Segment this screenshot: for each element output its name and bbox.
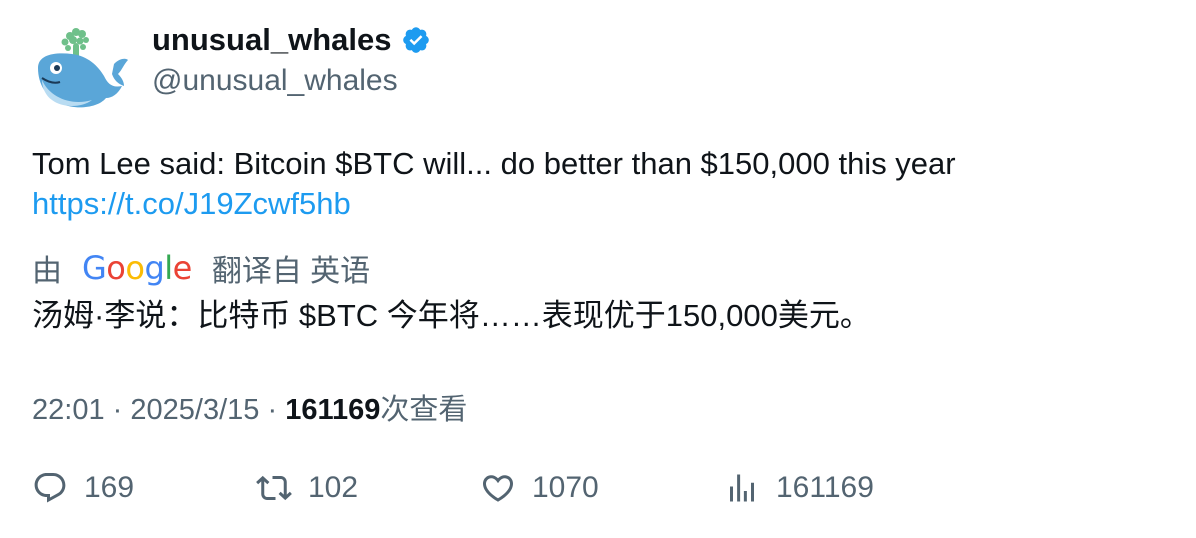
author-handle[interactable]: @unusual_whales	[152, 64, 398, 98]
verified-badge-icon	[401, 25, 431, 55]
translation-prefix: 由	[32, 255, 62, 288]
like-count: 1070	[532, 471, 599, 504]
google-logo: Google	[82, 249, 192, 287]
whale-icon	[38, 28, 128, 108]
author-name-row[interactable]: unusual_whales	[152, 22, 431, 58]
like-button[interactable]: 1070	[480, 470, 599, 506]
avatar[interactable]	[32, 24, 128, 116]
retweet-count: 102	[308, 471, 359, 504]
analytics-icon	[730, 474, 754, 502]
meta-separator: ·	[112, 394, 123, 426]
retweet-icon	[256, 475, 292, 501]
translated-text: 汤姆·李说：比特币 $BTC 今年将……表现优于150,000美元。	[32, 298, 871, 333]
views-button[interactable]: 161169	[724, 470, 874, 506]
reply-count: 169	[84, 471, 135, 504]
tweet-link[interactable]: https://t.co/J19Zcwf5hb	[32, 184, 1172, 224]
tweet-time[interactable]: 22:01	[32, 394, 105, 426]
translation-attribution: 由 Google 翻译自 英语	[32, 248, 370, 288]
meta-separator: ·	[267, 394, 278, 426]
tweet-text: Tom Lee said: Bitcoin $BTC will... do be…	[32, 144, 1172, 224]
reply-button[interactable]: 169	[32, 470, 134, 506]
retweet-button[interactable]: 102	[256, 470, 358, 506]
tweet-date[interactable]: 2025/3/15	[130, 394, 259, 426]
author-display-name[interactable]: unusual_whales	[152, 22, 391, 58]
heart-icon	[482, 475, 514, 502]
translation-suffix: 翻译自 英语	[211, 255, 371, 288]
views-count-action: 161169	[776, 471, 874, 504]
views-count: 161169	[285, 394, 381, 426]
tweet-meta: 22:01 · 2025/3/15 · 161169次查看	[32, 386, 467, 428]
views-label: 次查看	[380, 394, 468, 426]
reply-icon	[34, 473, 66, 503]
tweet-body: Tom Lee said: Bitcoin $BTC will... do be…	[32, 146, 956, 181]
tweet-actions: 169 102 1070 161169	[32, 470, 1172, 514]
